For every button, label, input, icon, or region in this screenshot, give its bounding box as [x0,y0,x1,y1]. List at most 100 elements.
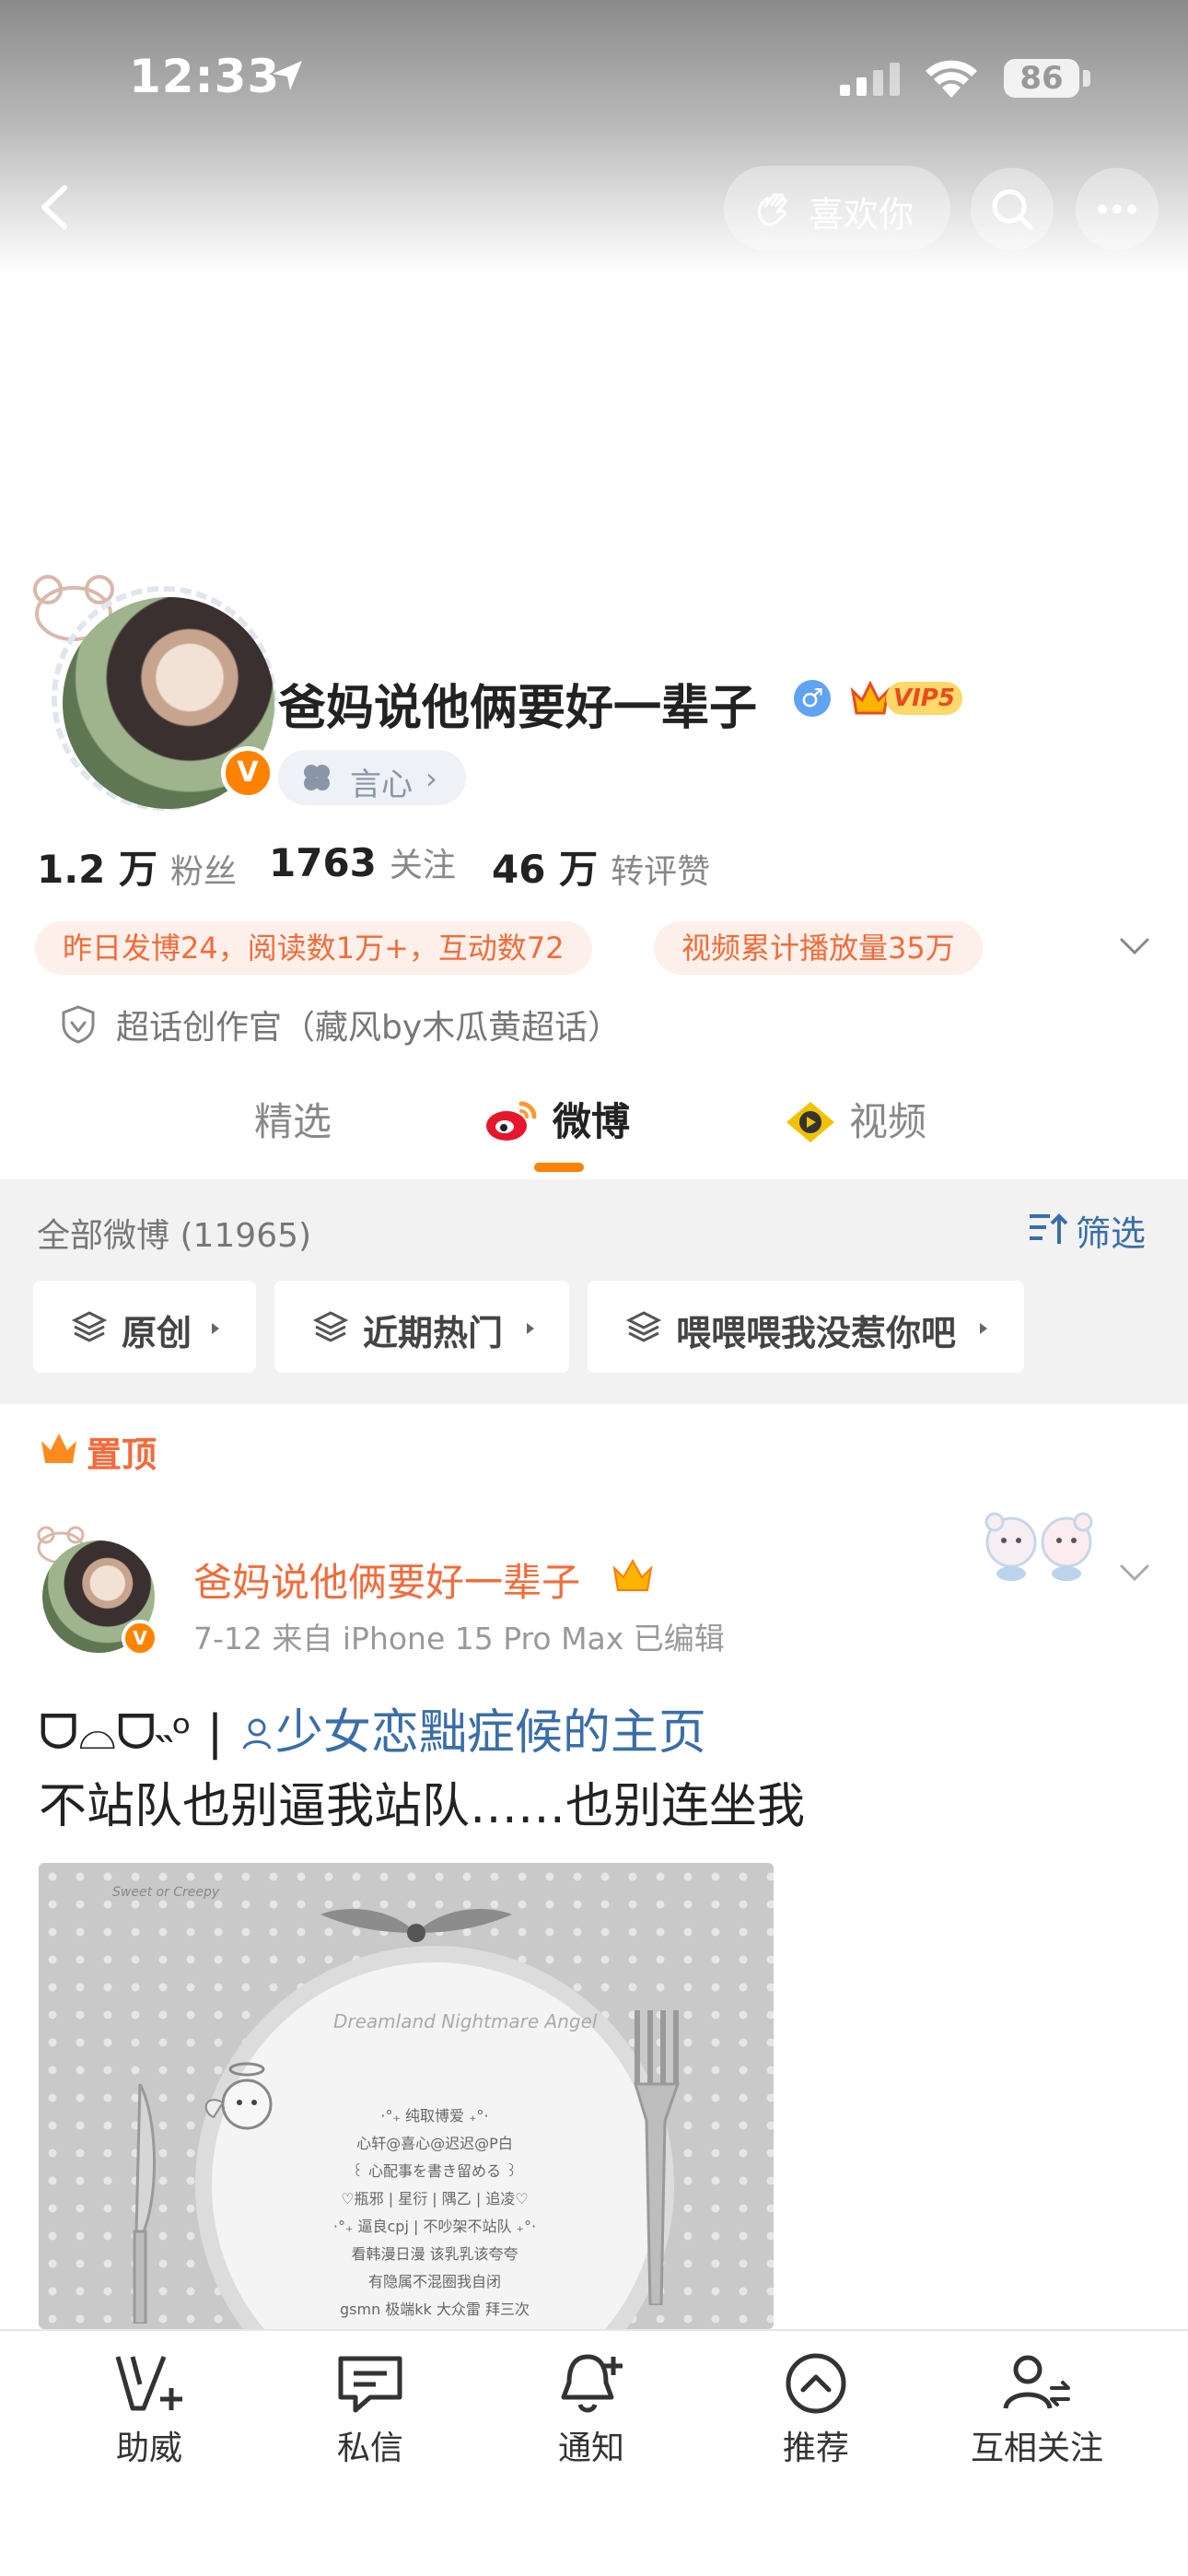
reposts-count: 46 万 [492,847,599,892]
like-you-button[interactable]: 喜欢你 [724,166,950,251]
image-text-line: 有隐属不混圈我自闭 [367,2273,501,2290]
tab-weibo[interactable]: 微博 [553,1091,630,1147]
bottom-tab-cheer-label: 助威 [115,2430,182,2467]
reposts-label: 转评赞 [611,853,711,891]
bottom-tab-mutual-follow-label: 互相关注 [970,2430,1103,2467]
tab-featured[interactable]: 精选 [254,1091,332,1147]
layers-icon [626,1311,661,1342]
image-text-line: ·°₊ 逼良cpj | 不吵架不站队 ₊°· [332,2218,537,2235]
chip-recent-hot[interactable]: 近期热门 [274,1281,569,1373]
message-bubble-icon [338,2356,402,2413]
post-kaomoji: ᗜ⌓ᗜ˵ᵒ | [39,1705,239,1761]
location-arrow-icon [273,61,302,90]
post-image[interactable]: Sweet or Creepy Dreamland Nightmare Ange… [39,1863,774,2329]
bottom-tab-notifications-label: 通知 [557,2430,624,2467]
fork-icon [633,2010,681,2305]
bottom-tab-recommend[interactable]: 推荐 [724,2351,908,2469]
image-text-line: 心轩@喜心@迟迟@P白 [356,2135,513,2152]
clover-icon [304,765,330,790]
chip-original[interactable]: 原创 [33,1281,256,1373]
profile-tabs: 精选 微博 视频 [0,1069,1188,1179]
bottom-tab-recommend-label: 推荐 [782,2430,849,2467]
chip-custom-group-label: 喂喂喂我没惹你吧 [676,1313,957,1353]
post-text-line-2: 不站队也别逼我站队……也别连坐我 [39,1779,806,1834]
cellular-signal-icon [840,63,900,96]
active-tab-indicator [534,1163,584,1172]
knife-icon [133,2084,157,2324]
image-title: Dreamland Nightmare Angel [333,2010,598,2032]
followers-label: 粉丝 [170,853,238,891]
xinxin-label: 言心 [350,767,413,803]
following-label: 关注 [389,847,456,884]
reposts-stat[interactable]: 46 万转评赞 [492,838,710,895]
triangle-right-icon [527,1323,534,1334]
chip-original-label: 原创 [122,1313,192,1353]
pinned-label: 置顶 [87,1434,157,1475]
filter-area: 全部微博 (11965) 筛选 原创 近期热门 喂喂喂我没惹你吧 [0,1179,1188,1404]
search-icon [992,189,1033,230]
post-meta: 7-12 来自 iPhone 15 Pro Max 已编辑 [193,1621,725,1657]
back-chevron-icon[interactable] [28,175,83,240]
bottom-tab-cheer[interactable]: 助威 [57,2351,241,2469]
all-weibo-count: 全部微博 (11965) [37,1217,312,1255]
bottom-tab-mutual-follow[interactable]: 互相关注 [945,2351,1129,2469]
following-stat[interactable]: 1763 关注 [269,838,456,886]
image-text-line: ·°₊ 纯取博爱 ₊°· [380,2107,489,2125]
more-button[interactable] [1076,168,1159,251]
triangle-right-icon [212,1323,219,1334]
member-crown-icon [612,1558,653,1591]
weibo-logo-icon [486,1101,537,1141]
like-you-label: 喜欢你 [809,194,914,235]
wings-decoration-icon [320,1909,512,1942]
shield-check-icon [62,1005,95,1044]
post-author-name[interactable]: 爸妈说他俩要好一辈子 [193,1551,580,1608]
battery-tip [1083,70,1090,87]
pin-crown-icon [41,1434,76,1463]
filter-sort-icon [1030,1213,1068,1244]
more-dots-icon [1098,205,1136,214]
xinxin-button[interactable]: 言心 › [278,750,466,805]
image-text-block: ·°₊ 纯取博爱 ₊°· 心轩@喜心@迟迟@P白 ꒰ 心配事を書き留める ꒱ ♡… [287,2102,582,2324]
angel-bunny-icon [204,2062,273,2130]
filter-label: 筛选 [1076,1213,1147,1254]
chevron-right-icon: › [425,761,437,796]
verified-badge: V [221,746,274,800]
vip-label: VIP5 [886,682,962,715]
battery-indicator: 86 [1004,59,1079,98]
expand-chevron-icon[interactable] [1116,932,1153,960]
following-count: 1763 [269,840,377,885]
profile-name: 爸妈说他俩要好一辈子 [278,681,758,736]
bear-sticker-icon [984,1512,1093,1581]
image-corner-label: Sweet or Creepy [112,1885,220,1900]
mutual-follow-icon [1003,2355,1070,2409]
bottom-tab-bar: 助威 私信 通知 推荐 互相关注 [0,2329,1188,2576]
image-text-line: ꒰ 心配事を書き留める ꒱ [352,2162,518,2180]
male-gender-icon: ♂ [794,680,831,717]
triangle-right-icon [980,1323,987,1334]
wifi-icon [926,60,977,98]
search-button[interactable] [971,168,1054,251]
post-author-avatar[interactable]: V [33,1520,162,1658]
post-menu-chevron-icon[interactable] [1116,1559,1153,1587]
tab-video[interactable]: 视频 [849,1091,926,1147]
user-icon [242,1718,272,1750]
profile-avatar[interactable]: V [28,562,276,811]
vip-badge[interactable]: VIP5 [849,676,962,720]
bottom-tab-notifications[interactable]: 通知 [499,2351,683,2469]
chevron-up-circle-icon [786,2353,846,2414]
bottom-tab-messages[interactable]: 私信 [278,2351,462,2469]
post-text-line-1: ᗜ⌓ᗜ˵ᵒ | 少女恋黜症候的主页 [39,1693,706,1762]
super-topic-label: 超话创作官（藏风by木瓜黄超话） [116,1009,622,1047]
bottom-tab-messages-label: 私信 [336,2430,403,2467]
followers-stat[interactable]: 1.2 万粉丝 [37,838,237,895]
activity-tag[interactable]: 昨日发博24，阅读数1万+，互动数72 [35,921,592,975]
chip-custom-group[interactable]: 喂喂喂我没惹你吧 [588,1281,1024,1373]
hand-wave-icon [758,193,787,227]
mention-link[interactable]: 少女恋黜症候的主页 [239,1705,706,1761]
status-time: 12:33 [129,50,281,103]
video-play-icon [786,1102,834,1142]
mention-link-label: 少女恋黜症候的主页 [274,1705,706,1761]
status-bar: 12:33 86 [0,0,1188,157]
image-text-line: ♡瓶邪 | 星衍 | 隅乙 | 追凌♡ [341,2190,529,2207]
video-plays-tag[interactable]: 视频累计播放量35万 [654,921,983,975]
